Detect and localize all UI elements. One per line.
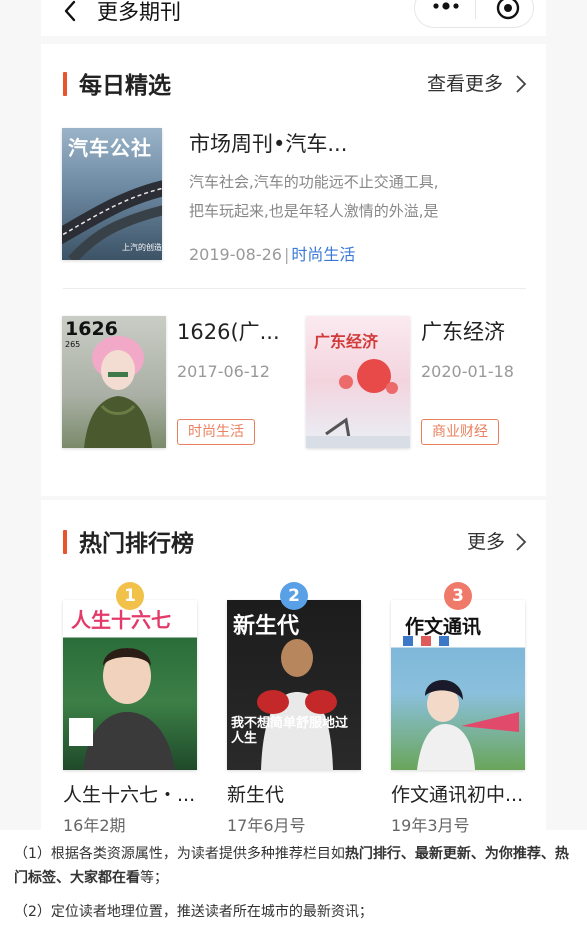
portrait-illustration (69, 648, 175, 770)
girl-illustration (403, 636, 519, 770)
magazine-cover[interactable]: 人生十六七 (63, 600, 197, 770)
issue-label: 19年3月号 (391, 816, 470, 835)
top-navigation-bar: 更多期刊 (41, 0, 546, 36)
magazine-title[interactable]: 作文通讯初中... (391, 780, 523, 807)
magazine-title[interactable]: 人生十六七・... (63, 780, 195, 807)
capsule-divider (475, 0, 476, 19)
more-dots-icon[interactable] (433, 1, 459, 11)
note-2: （2）定位读者地理位置，推送读者所在城市的最新资讯； (14, 904, 373, 920)
note-1: （1）根据各类资源属性，为读者提供多种推荐栏目如热门排行、最新更新、为你推荐、热… (14, 842, 574, 890)
mini-program-capsule (414, 0, 534, 28)
rank-badge: 3 (444, 582, 472, 610)
cover-illustration (306, 359, 410, 448)
daily-picks-header: 每日精选 查看更多 (41, 64, 546, 104)
featured-description-line-1: 汽车社会,汽车的功能远不止交通工具, (189, 173, 439, 191)
cover-subtext: 上汽的创造 (122, 243, 162, 252)
featured-description-line-2: 把车玩起来,也是年轻人激情的外溢,是 (189, 202, 439, 220)
magazine-title[interactable]: 1626(广... (177, 316, 287, 346)
category-tag[interactable]: 商业财经 (421, 419, 499, 445)
rank-badge: 2 (280, 582, 308, 610)
featured-date: 2019-08-26 (189, 245, 282, 264)
hot-ranking-header: 热门排行榜 更多 (41, 522, 546, 562)
section-accent-bar (63, 530, 67, 554)
section-accent-bar (63, 72, 67, 96)
back-arrow-icon[interactable] (61, 0, 79, 22)
rank-badge: 1 (116, 582, 144, 610)
view-more-link[interactable]: 查看更多 (427, 69, 503, 96)
section-title: 每日精选 (79, 73, 171, 99)
note-1-prefix: （1）根据各类资源属性，为读者提供多种推荐栏目如 (14, 846, 345, 862)
separator: | (283, 245, 290, 264)
magazine-title[interactable]: 新生代 (227, 780, 284, 807)
close-target-icon[interactable] (495, 0, 521, 21)
featured-category-link[interactable]: 时尚生活 (291, 245, 355, 264)
note-1-suffix: 等； (140, 870, 168, 886)
magazine-cover[interactable]: 1626 265 (62, 316, 166, 448)
hot-ranking-panel: 热门排行榜 更多 人生十六七 1 人生十六七・... 16年2期 新生代 我不想… (41, 500, 546, 835)
cover-headline: 我不想简单舒服地过人生 (231, 716, 349, 746)
featured-title[interactable]: 市场周刊•汽车... (189, 128, 489, 158)
portrait-illustration (84, 336, 152, 448)
chevron-right-icon[interactable] (515, 532, 527, 552)
cover-masthead: 汽车公社 (68, 136, 152, 160)
magazine-cover[interactable]: 汽车公社 上汽的创造 (62, 128, 162, 260)
more-link[interactable]: 更多 (467, 527, 505, 554)
divider (63, 288, 526, 289)
chevron-right-icon[interactable] (515, 74, 527, 94)
category-tag[interactable]: 时尚生活 (177, 419, 255, 445)
magazine-date: 2020-01-18 (421, 362, 514, 381)
magazine-cover[interactable]: 作文通讯 (391, 600, 525, 770)
featured-date-row: 2019-08-26 | 时尚生活 (189, 241, 355, 265)
magazine-cover[interactable]: 新生代 我不想简单舒服地过人生 (227, 600, 361, 770)
magazine-date: 2017-06-12 (177, 362, 270, 381)
issue-label: 16年2期 (63, 816, 126, 835)
section-title: 热门排行榜 (79, 531, 194, 557)
daily-picks-panel: 每日精选 查看更多 汽车公社 上汽的创造 市场周刊•汽车... 汽车社会,汽车的… (41, 44, 546, 496)
magazine-title[interactable]: 广东经济 (421, 316, 531, 346)
page-title: 更多期刊 (97, 0, 181, 24)
magazine-cover[interactable]: 广东经济 (306, 316, 410, 448)
issue-label: 17年6月号 (227, 816, 306, 835)
